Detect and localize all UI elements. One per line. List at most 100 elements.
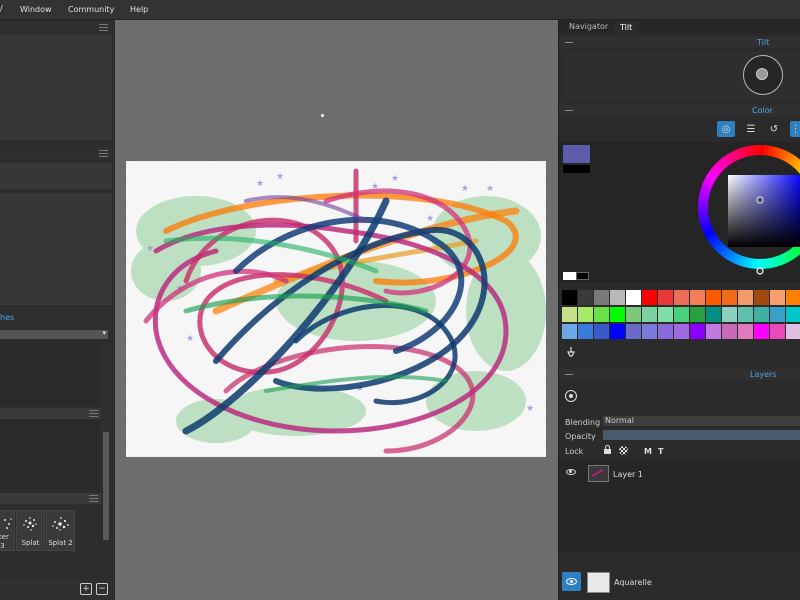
eye-icon[interactable]: [562, 572, 581, 591]
color-wheel[interactable]: [696, 142, 800, 282]
palette-swatch[interactable]: [690, 324, 705, 339]
menu-item-help[interactable]: Help: [130, 5, 148, 14]
lock-icon[interactable]: [603, 445, 612, 455]
eyedropper-icon[interactable]: [566, 346, 576, 358]
color-wheel-mode-icon[interactable]: ◎: [717, 121, 735, 137]
blending-mode-select[interactable]: Normal: [603, 416, 800, 426]
palette-swatch[interactable]: [658, 290, 673, 305]
remove-brush-icon[interactable]: −: [96, 583, 108, 595]
color-section-header: Color: [559, 105, 800, 116]
collapse-icon[interactable]: [565, 42, 573, 43]
layers-section-header: Layers: [559, 369, 800, 380]
drawing-canvas[interactable]: ★★★★ ★★★★ ★★★★: [126, 161, 546, 457]
palette-swatch[interactable]: [562, 307, 577, 322]
left-panel-block-1: [0, 34, 112, 140]
brush-thumb-splat[interactable]: Splat: [16, 510, 45, 551]
palette-swatch[interactable]: [738, 324, 753, 339]
palette-swatch[interactable]: [594, 324, 609, 339]
right-panel: Navigator Tilt Tilt Color ◎ ☰ ↺ ⋮ Layers…: [558, 20, 800, 600]
panel-grip-icon[interactable]: [89, 495, 98, 502]
palette-swatch[interactable]: [754, 324, 769, 339]
palette-swatch[interactable]: [706, 290, 721, 305]
palette-swatch[interactable]: [770, 324, 785, 339]
layer-options-icon[interactable]: [565, 390, 577, 402]
palette-swatch[interactable]: [626, 290, 641, 305]
tilt-knob-icon: [756, 68, 768, 80]
menu-item-community[interactable]: Community: [68, 5, 114, 14]
palette-swatch[interactable]: [690, 290, 705, 305]
eye-icon[interactable]: [566, 469, 576, 475]
white-swatch[interactable]: [563, 272, 576, 280]
tab-navigator[interactable]: Navigator: [569, 22, 608, 31]
palette-swatch[interactable]: [770, 307, 785, 322]
palette-swatch[interactable]: [562, 290, 577, 305]
palette-swatch[interactable]: [610, 307, 625, 322]
menu-item-view-partial[interactable]: /: [0, 4, 3, 14]
palette-swatch[interactable]: [610, 324, 625, 339]
palette-swatch[interactable]: [610, 290, 625, 305]
left-panel-header-2: [0, 148, 112, 159]
palette-swatch[interactable]: [578, 307, 593, 322]
brush-category-dropdown[interactable]: ▾: [0, 329, 108, 339]
opacity-slider[interactable]: [603, 430, 800, 440]
brush-thumb-scatter[interactable]: tter 3: [0, 510, 15, 551]
palette-swatch[interactable]: [722, 324, 737, 339]
palette-swatch[interactable]: [594, 307, 609, 322]
palette-swatch[interactable]: [770, 290, 785, 305]
palette-swatch[interactable]: [674, 307, 689, 322]
sliders-icon[interactable]: ☰: [742, 121, 760, 137]
brush-list-scrollbar[interactable]: [103, 432, 109, 540]
palette-swatch[interactable]: [722, 307, 737, 322]
grid-icon[interactable]: ⋮: [790, 121, 800, 137]
palette-swatch[interactable]: [562, 324, 577, 339]
palette-swatch[interactable]: [674, 324, 689, 339]
palette-swatch[interactable]: [706, 324, 721, 339]
palette-swatch[interactable]: [594, 290, 609, 305]
panel-grip-icon[interactable]: [99, 150, 108, 157]
collapse-icon[interactable]: [565, 374, 573, 375]
layer-name: Layer 1: [613, 470, 643, 479]
tab-tilt[interactable]: Tilt: [614, 21, 639, 34]
history-icon[interactable]: ↺: [765, 121, 783, 137]
palette-swatch[interactable]: [786, 324, 800, 339]
palette-swatch[interactable]: [754, 290, 769, 305]
left-panel-block-3: [0, 193, 112, 305]
canvas-viewport[interactable]: ★ ★ ★ ★ ★ ★ ★ ★ ★ ★ ★ ★: [115, 20, 558, 600]
palette-swatch[interactable]: [722, 290, 737, 305]
palette-swatch[interactable]: [738, 307, 753, 322]
menu-item-window[interactable]: Window: [20, 5, 52, 14]
palette-swatch[interactable]: [706, 307, 721, 322]
palette-swatch[interactable]: [674, 290, 689, 305]
tilt-indicator[interactable]: [743, 55, 783, 95]
layer-row[interactable]: Layer 1: [559, 462, 800, 486]
lock-t-toggle[interactable]: T: [658, 447, 663, 456]
panel-grip-icon[interactable]: [89, 410, 98, 417]
checker-lock-icon[interactable]: [619, 446, 628, 455]
palette-swatch[interactable]: [642, 307, 657, 322]
palette-swatch[interactable]: [578, 324, 593, 339]
svg-text:★: ★: [186, 334, 194, 344]
palette-swatch[interactable]: [626, 307, 641, 322]
palette-swatch[interactable]: [642, 290, 657, 305]
brushes-section-title: hes: [0, 313, 15, 322]
black-swatch[interactable]: [576, 272, 589, 280]
secondary-color-swatch[interactable]: [563, 165, 590, 173]
base-layer-row[interactable]: Aquarelle: [559, 570, 800, 594]
palette-swatch[interactable]: [658, 324, 673, 339]
primary-color-swatch[interactable]: [563, 145, 590, 163]
palette-swatch[interactable]: [658, 307, 673, 322]
palette-swatch[interactable]: [578, 290, 593, 305]
add-brush-icon[interactable]: +: [80, 583, 92, 595]
palette-swatch[interactable]: [642, 324, 657, 339]
palette-swatch[interactable]: [754, 307, 769, 322]
palette-swatch[interactable]: [690, 307, 705, 322]
collapse-icon[interactable]: [565, 110, 573, 111]
palette-swatch[interactable]: [786, 307, 800, 322]
brush-thumb-splat-2[interactable]: Splat 2: [46, 510, 75, 551]
palette-swatch[interactable]: [786, 290, 800, 305]
lock-m-toggle[interactable]: M: [644, 447, 652, 456]
brush-subheader: [0, 408, 101, 419]
palette-swatch[interactable]: [738, 290, 753, 305]
palette-swatch[interactable]: [626, 324, 641, 339]
panel-grip-icon[interactable]: [99, 24, 108, 31]
